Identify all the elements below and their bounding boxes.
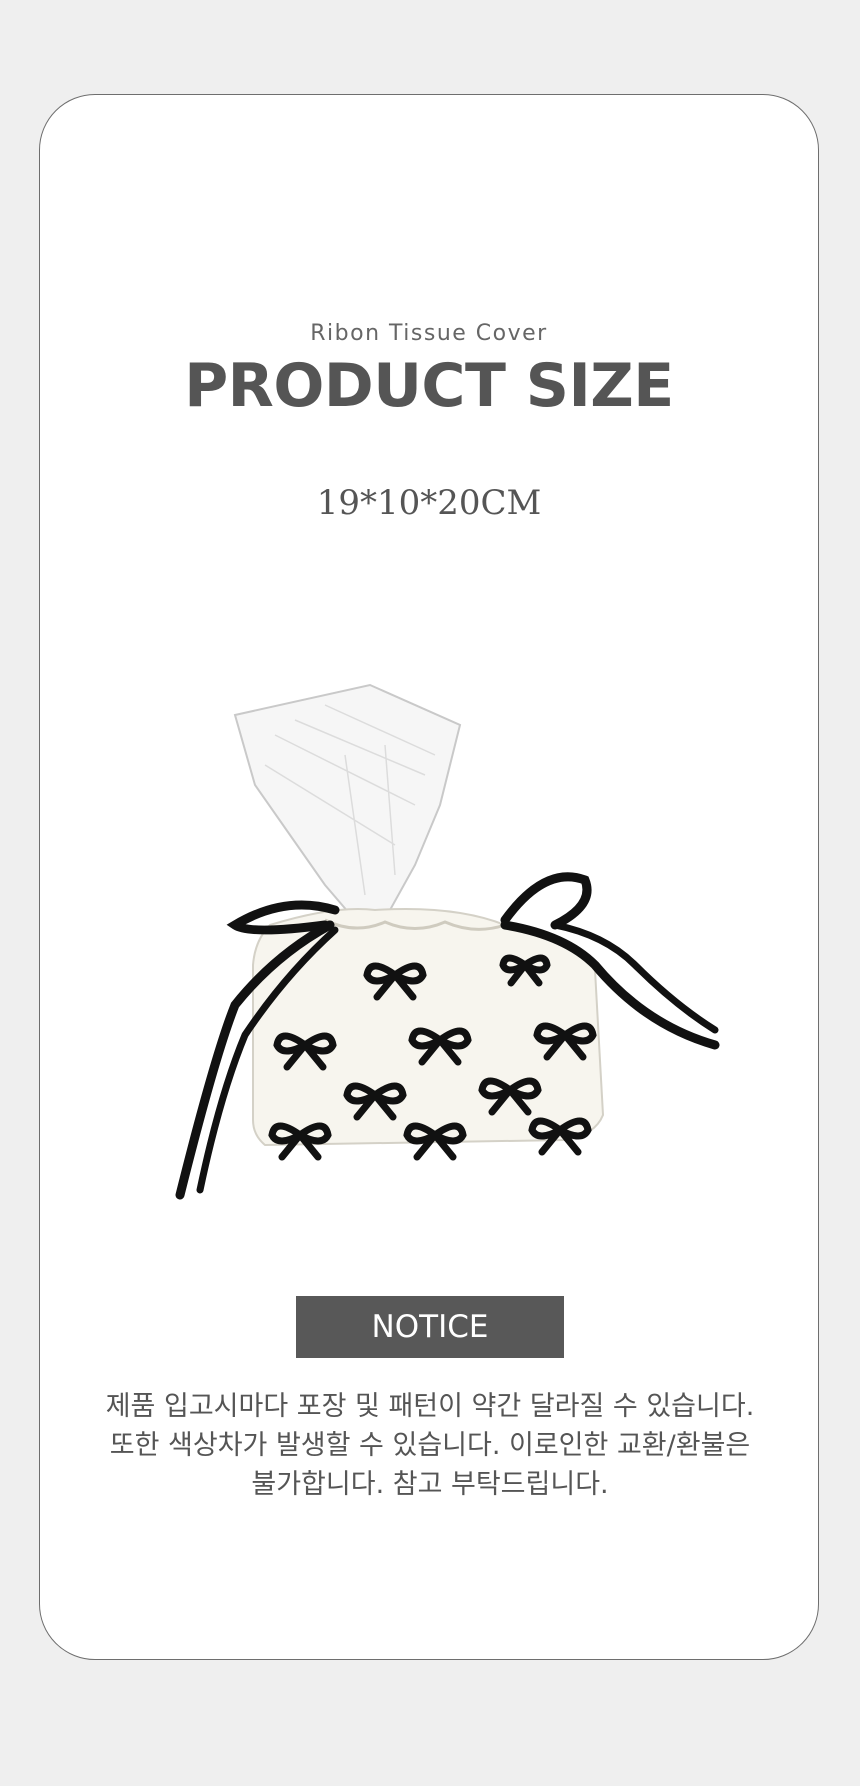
product-dimensions: 19*10*20CM — [316, 483, 542, 523]
notice-line-2: 또한 색상차가 발생할 수 있습니다. 이로인한 교환/환불은 — [109, 1430, 751, 1461]
notice-line-1: 제품 입고시마다 포장 및 패턴이 약간 달라질 수 있습니다. — [105, 1391, 755, 1422]
notice-line-3: 불가합니다. 참고 부탁드립니다. — [251, 1469, 609, 1500]
notice-badge: NOTICE — [296, 1296, 564, 1358]
product-image — [175, 683, 720, 1200]
product-subtitle: Ribon Tissue Cover — [310, 321, 548, 346]
product-size-card: Ribon Tissue Cover PRODUCT SIZE 19*10*20… — [39, 94, 819, 1660]
notice-text: 제품 입고시마다 포장 및 패턴이 약간 달라질 수 있습니다. 또한 색상차가… — [80, 1387, 780, 1504]
page-title: PRODUCT SIZE — [184, 351, 674, 421]
